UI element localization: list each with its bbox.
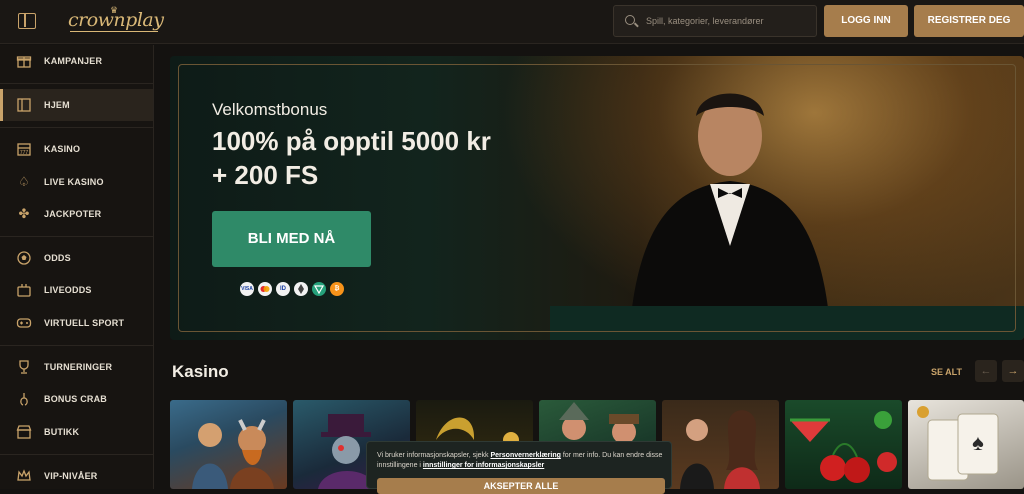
gamepad-icon [16,315,32,331]
divider [0,345,153,346]
divider [0,236,153,237]
sidebar-item-butikk[interactable]: BUTIKK [0,416,153,448]
sidebar-item-label: BONUS CRAB [44,394,108,404]
slot-machine-icon: 777 [16,141,32,157]
sidebar-item-label: HJEM [44,100,70,110]
sidebar-item-live-kasino[interactable]: ♤ LIVE KASINO [0,166,153,198]
clover-icon: ✤ [18,206,30,221]
login-button[interactable]: LOGG INN [824,5,908,37]
cards-game-image: ♠ [917,406,999,481]
sidebar: KAMPANJER HJEM 777 KASINO ♤ LIVE KASINO … [0,45,154,489]
tether-icon [312,282,326,296]
search-icon [625,15,635,25]
sidebar-item-vip-nivaer[interactable]: VIP-NIVÅER [0,460,153,492]
cookie-settings-link[interactable]: innstillinger for informasjonskapsler [423,462,544,469]
search-input[interactable] [646,6,814,36]
sidebar-item-label: LIVE KASINO [44,177,104,187]
cookie-text: Vi bruker informasjonskapsler, sjekk Per… [377,451,665,471]
football-icon [16,250,32,266]
game-tile[interactable] [785,400,902,489]
sidebar-item-label: KAMPANJER [44,56,103,66]
join-now-button[interactable]: BLI MED NÅ [212,211,371,267]
svg-text:777: 777 [20,150,29,156]
divider [0,454,153,455]
crown-icon [16,468,32,484]
viking-game-image [192,419,274,489]
accept-all-button[interactable]: AKSEPTER ALLE [377,478,665,494]
sidebar-item-label: BUTIKK [44,427,80,437]
hero-subtitle: Velkomstbonus [212,100,328,119]
divider [0,127,153,128]
hero-title: 100% på opptil 5000 kr [212,126,491,156]
sidebar-item-odds[interactable]: ODDS [0,242,153,274]
gift-icon [16,53,32,69]
shop-icon [16,424,32,440]
sidebar-item-label: KASINO [44,144,81,154]
live-dealers-game-image [680,410,760,489]
see-all-link[interactable]: SE ALT [931,367,962,377]
live-odds-icon [16,282,32,298]
cookie-text-part: Vi bruker informasjonskapsler, sjekk [377,452,491,459]
sidebar-item-kampanjer[interactable]: KAMPANJER [0,45,153,77]
svg-text:♠: ♠ [972,430,984,455]
search-box[interactable] [613,5,817,37]
divider [0,83,153,84]
fruit-game-image [790,411,897,483]
spade-icon: ♤ [18,174,30,189]
game-tile[interactable]: ♠ [908,400,1024,489]
sidebar-item-label: VIP-NIVÅER [44,471,98,481]
bank-icon: ID [276,282,290,296]
mastercard-icon [258,282,272,296]
privacy-policy-link[interactable]: Personvernerklæring [490,452,560,459]
sidebar-item-label: LIVEODDS [44,285,92,295]
bitcoin-icon: ₿ [330,282,344,296]
top-bar: crownplay ♛ LOGG INN REGISTRER DEG [0,0,1024,44]
game-tile[interactable] [170,400,287,489]
ethereum-icon [294,282,308,296]
carousel-prev-button[interactable]: ← [975,360,997,382]
sidebar-item-kasino[interactable]: 777 KASINO [0,133,153,165]
carousel-next-button[interactable]: → [1002,360,1024,382]
register-button[interactable]: REGISTRER DEG [914,5,1024,37]
sidebar-item-turneringer[interactable]: TURNERINGER [0,351,153,383]
sidebar-item-jackpoter[interactable]: ✤ JACKPOTER [0,198,153,230]
section-title: Kasino [172,362,229,381]
claw-icon [16,391,32,407]
sidebar-item-label: JACKPOTER [44,209,102,219]
logo-crown-icon: ♛ [110,5,119,15]
sidebar-item-label: ODDS [44,253,71,263]
home-icon [16,97,32,113]
payment-methods: VISA ID ₿ [240,282,344,296]
sidebar-item-bonus-crab[interactable]: BONUS CRAB [0,383,153,415]
game-tile[interactable] [662,400,779,489]
sidebar-item-virtuell-sport[interactable]: VIRTUELL SPORT [0,307,153,339]
visa-icon: VISA [240,282,254,296]
hero-banner[interactable]: Velkomstbonus 100% på opptil 5000 kr + 2… [170,56,1024,340]
sidebar-item-liveodds[interactable]: LIVEODDS [0,274,153,306]
sidebar-item-label: VIRTUELL SPORT [44,318,125,328]
trophy-icon [16,359,32,375]
hero-title-line2: + 200 FS [212,160,319,190]
sidebar-item-label: TURNERINGER [44,362,113,372]
logo-underline [70,31,158,32]
cookie-banner: Vi bruker informasjonskapsler, sjekk Per… [366,441,672,494]
sidebar-item-hjem[interactable]: HJEM [0,89,153,121]
sidebar-toggle-icon[interactable] [18,13,36,29]
